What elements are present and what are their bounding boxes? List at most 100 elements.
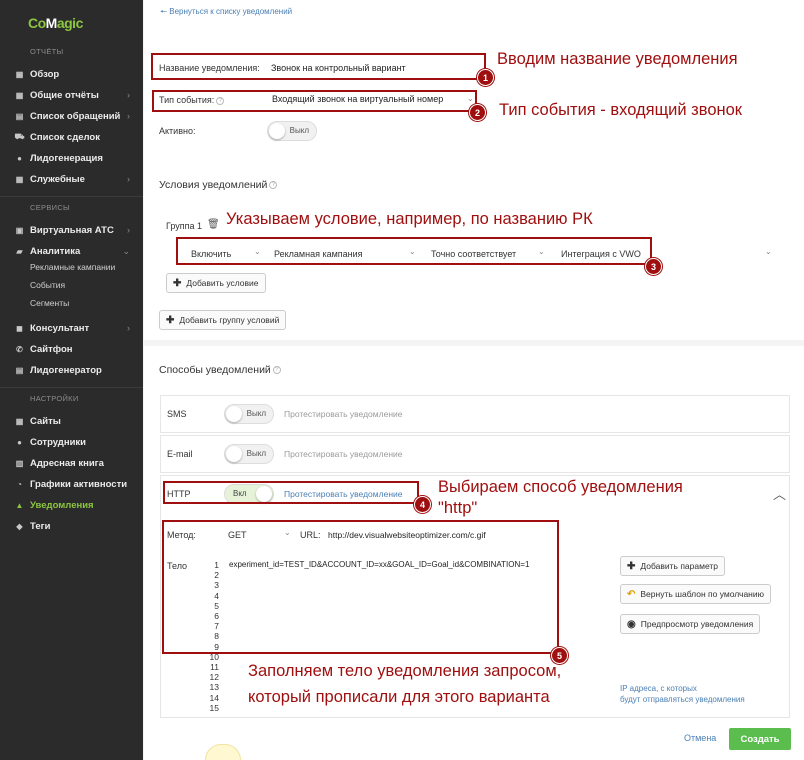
form-icon: ▤ bbox=[15, 365, 24, 375]
collapse-icon[interactable]: ︿ bbox=[773, 484, 786, 503]
chart-icon: ▰ bbox=[16, 246, 23, 256]
sidebar-item-label: Сайтфон bbox=[30, 343, 73, 355]
annotation-text-4a: Выбираем способ уведомления bbox=[438, 478, 683, 496]
book-icon: ▥ bbox=[15, 458, 24, 468]
sidebar-item-sites[interactable]: ▦ Сайты bbox=[15, 413, 135, 429]
sidebar-item-label: Лидогенератор bbox=[30, 364, 102, 376]
sidebar-item-address-book[interactable]: ▥ Адресная книга bbox=[15, 455, 135, 471]
create-button[interactable]: Создать bbox=[729, 728, 791, 750]
sidebar-item-consultant[interactable]: ◼ Консультант › bbox=[15, 320, 135, 336]
conditions-title-text: Условия уведомлений bbox=[159, 179, 268, 191]
sidebar-item-tags[interactable]: ◆ Теги bbox=[15, 518, 135, 534]
add-parameter-button[interactable]: ✚ Добавить параметр bbox=[620, 556, 726, 576]
sidebar-item-label: Теги bbox=[30, 520, 51, 532]
sidebar-item-employees[interactable]: ● Сотрудники bbox=[15, 434, 135, 450]
chevron-right-icon: › bbox=[127, 111, 130, 121]
line-number: 13 bbox=[209, 682, 219, 693]
button-label: Предпросмотр уведомления bbox=[640, 619, 754, 629]
add-group-button[interactable]: ✚ Добавить группу условий bbox=[159, 310, 287, 330]
sidebar-subitem-events[interactable]: События bbox=[30, 280, 65, 290]
conditions-title: Условия уведомлений? bbox=[159, 179, 278, 191]
button-label: Добавить группу условий bbox=[179, 315, 280, 325]
annotation-text-2: Тип события - входящий звонок bbox=[499, 101, 743, 119]
list-icon: ▤ bbox=[15, 111, 24, 121]
sidebar-subitem-campaigns[interactable]: Рекламные кампании bbox=[30, 262, 115, 272]
sidebar-item-schedules[interactable]: ◔ Графики активности bbox=[15, 476, 135, 492]
sidebar-item-general-reports[interactable]: ▦ Общие отчёты › bbox=[15, 87, 135, 103]
reset-template-button[interactable]: ↶ Вернуть шаблон по умолчанию bbox=[620, 584, 771, 604]
button-label: Добавить условие bbox=[186, 278, 259, 288]
sidebar-item-analytics[interactable]: ▰ Аналитика ⌄ bbox=[15, 243, 135, 259]
help-icon[interactable]: ? bbox=[269, 181, 278, 190]
toggle-label: Выкл bbox=[246, 449, 266, 458]
methods-title: Способы уведомлений? bbox=[159, 364, 281, 376]
help-icon[interactable]: ? bbox=[272, 366, 281, 375]
sidebar-item-notifications[interactable]: ▲ Уведомления bbox=[15, 497, 135, 513]
trash-icon[interactable]: 🗑 bbox=[207, 219, 220, 230]
sidebar: CoMagic ОТЧЁТЫ ▦ Обзор ▦ Общие отчёты › ▤ Сп… bbox=[0, 0, 143, 760]
grid-icon: ▦ bbox=[15, 90, 24, 100]
sidebar-item-sitephone[interactable]: ✆ Сайтфон bbox=[15, 341, 135, 357]
eye-icon: ◉ bbox=[627, 618, 636, 630]
section-title-settings: НАСТРОЙКИ bbox=[30, 394, 79, 403]
preview-button[interactable]: ◉ Предпросмотр уведомления bbox=[620, 614, 761, 634]
add-condition-button[interactable]: ✚ Добавить условие bbox=[166, 273, 266, 293]
section-title-reports: ОТЧЁТЫ bbox=[30, 47, 64, 56]
line-number: 11 bbox=[210, 662, 219, 673]
bell-icon: ▲ bbox=[15, 500, 24, 510]
sms-toggle[interactable]: Выкл bbox=[224, 404, 274, 424]
sidebar-item-label: Обзор bbox=[30, 68, 60, 80]
sidebar-item-deals[interactable]: ⛟ Список сделок bbox=[14, 129, 135, 145]
divider bbox=[0, 387, 143, 388]
cart-icon: ⛟ bbox=[14, 132, 25, 141]
methods-title-text: Способы уведомлений bbox=[159, 364, 271, 376]
group-label: Группа 1 bbox=[166, 221, 203, 231]
annotation-box-4 bbox=[163, 481, 419, 504]
annotation-box-5 bbox=[162, 520, 559, 654]
email-label: E-mail bbox=[167, 449, 193, 459]
sidebar-item-label: Лидогенерация bbox=[30, 152, 103, 164]
email-test-link[interactable]: Протестировать уведомление bbox=[284, 449, 403, 459]
annotation-badge-2: 2 bbox=[469, 104, 486, 121]
grid-icon: ▦ bbox=[15, 174, 24, 184]
sidebar-item-requests[interactable]: ▤ Список обращений › bbox=[15, 108, 135, 124]
logo[interactable]: CoMagic bbox=[28, 15, 83, 31]
tag-icon: ◆ bbox=[16, 521, 23, 531]
toggle-label: Выкл bbox=[246, 409, 266, 418]
annotation-text-3: Указываем условие, например, по названию… bbox=[226, 210, 593, 228]
plus-icon: ✚ bbox=[173, 277, 182, 289]
sidebar-item-label: Уведомления bbox=[30, 499, 94, 511]
chevron-down-icon: ⌄ bbox=[765, 247, 772, 256]
button-label: Добавить параметр bbox=[640, 561, 719, 571]
ip-addresses-link[interactable]: IP адреса, с которых bbox=[620, 684, 697, 693]
sidebar-item-label: Служебные bbox=[30, 173, 85, 185]
people-icon: ● bbox=[17, 153, 22, 163]
button-label: Вернуть шаблон по умолчанию bbox=[640, 589, 764, 599]
arrow-left-icon: 🠔 bbox=[160, 7, 170, 16]
annotation-text-1: Вводим название уведомления bbox=[497, 50, 738, 68]
email-toggle[interactable]: Выкл bbox=[224, 444, 274, 464]
toggle-label: Выкл bbox=[289, 126, 309, 135]
sms-label: SMS bbox=[167, 409, 187, 419]
sidebar-item-label: Адресная книга bbox=[30, 457, 104, 469]
chevron-right-icon: › bbox=[127, 323, 130, 333]
cancel-link[interactable]: Отмена bbox=[684, 733, 716, 743]
chevron-right-icon: › bbox=[127, 174, 130, 184]
chevron-right-icon: › bbox=[127, 90, 130, 100]
grid-icon: ▦ bbox=[15, 69, 24, 79]
sms-test-link[interactable]: Протестировать уведомление bbox=[284, 409, 403, 419]
sidebar-subitem-segments[interactable]: Сегменты bbox=[30, 298, 69, 308]
sidebar-item-label: Графики активности bbox=[30, 478, 128, 490]
divider bbox=[0, 196, 143, 197]
sidebar-item-overview[interactable]: ▦ Обзор bbox=[15, 66, 135, 82]
sidebar-item-leadgen[interactable]: ● Лидогенерация bbox=[15, 150, 135, 166]
back-to-list-link[interactable]: 🠔 Вернуться к списку уведомлений bbox=[160, 6, 292, 20]
sidebar-item-virtual-pbx[interactable]: ▣ Виртуальная АТС › bbox=[15, 222, 135, 238]
sidebar-item-leadgenerator[interactable]: ▤ Лидогенератор bbox=[15, 362, 135, 378]
sidebar-item-service[interactable]: ▦ Служебные › bbox=[15, 171, 135, 187]
line-number: 14 bbox=[209, 692, 219, 703]
active-toggle[interactable]: Выкл bbox=[267, 121, 317, 141]
ip-addresses-link-2[interactable]: будут отправляться уведомления bbox=[620, 695, 745, 704]
clock-icon: ◔ bbox=[17, 479, 22, 489]
annotation-box-1 bbox=[151, 53, 486, 80]
